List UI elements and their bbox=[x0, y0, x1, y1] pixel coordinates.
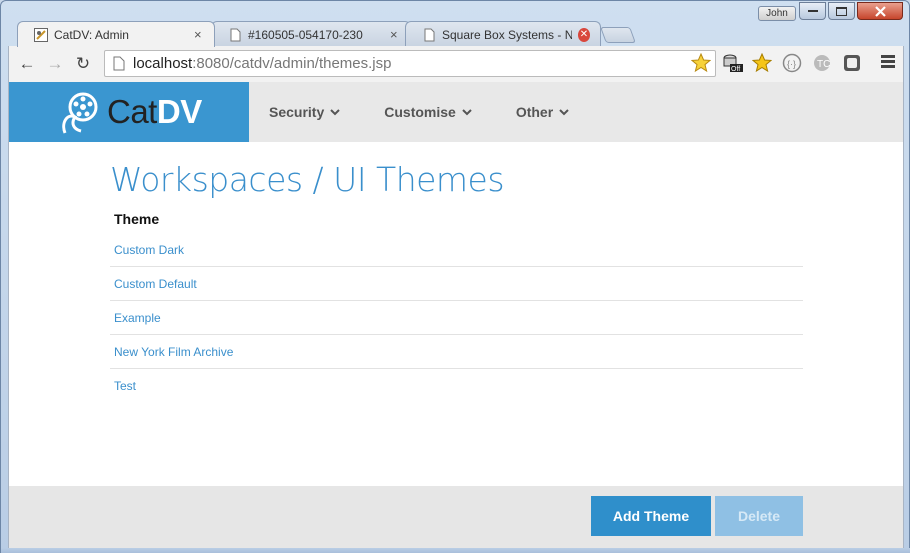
tab-close-icon[interactable]: ✕ bbox=[577, 27, 590, 42]
theme-row-example[interactable]: Example bbox=[110, 301, 803, 335]
tab-title: #160505-054170-230 bbox=[248, 27, 363, 42]
theme-row-custom-dark[interactable]: Custom Dark bbox=[110, 233, 803, 267]
svg-text:{·}: {·} bbox=[787, 59, 796, 69]
back-button[interactable]: ← bbox=[13, 50, 41, 78]
browser-menu-icon[interactable] bbox=[881, 55, 895, 70]
tab-close-icon[interactable]: × bbox=[192, 27, 204, 42]
tab-title: CatDV: Admin bbox=[54, 27, 129, 42]
nav-item-security[interactable]: Security bbox=[269, 104, 340, 120]
url-path: :8080/catdv/admin/themes.jsp bbox=[192, 55, 392, 72]
nav-item-label: Security bbox=[269, 104, 325, 120]
window-controls bbox=[799, 2, 903, 20]
delete-button[interactable]: Delete bbox=[715, 496, 803, 536]
tab-close-icon[interactable]: × bbox=[388, 27, 400, 42]
nav-item-label: Other bbox=[515, 104, 554, 120]
nav-item-customise[interactable]: Customise bbox=[384, 104, 472, 120]
page-icon bbox=[424, 28, 435, 41]
page-title: Workspaces / UI Themes bbox=[110, 160, 505, 199]
theme-row-test[interactable]: Test bbox=[110, 369, 803, 403]
theme-column-header: Theme bbox=[114, 211, 160, 227]
user-badge[interactable]: John bbox=[758, 6, 796, 21]
minimize-button[interactable] bbox=[799, 2, 826, 20]
star-extension-icon[interactable] bbox=[751, 52, 773, 74]
close-window-button[interactable] bbox=[857, 2, 903, 20]
new-tab-button[interactable] bbox=[600, 27, 636, 43]
nav-menu: Security Customise Other bbox=[249, 82, 613, 142]
tab-ticket[interactable]: #160505-054170-230 × bbox=[211, 21, 411, 47]
reload-button[interactable]: ↻ bbox=[69, 50, 97, 78]
tab-square-box[interactable]: Square Box Systems - New ✕ bbox=[405, 21, 601, 47]
address-bar[interactable]: localhost:8080/catdv/admin/themes.jsp bbox=[104, 50, 716, 77]
svg-text:TC: TC bbox=[817, 59, 830, 70]
browser-window: John CatDV: Admin × #160505-054170-230 ×… bbox=[0, 0, 910, 553]
page-icon bbox=[230, 28, 241, 41]
theme-row-custom-default[interactable]: Custom Default bbox=[110, 267, 803, 301]
theme-list: Custom Dark Custom Default Example New Y… bbox=[110, 233, 803, 403]
bookmark-star-icon[interactable] bbox=[691, 53, 711, 73]
tab-strip: CatDV: Admin × #160505-054170-230 × Squa… bbox=[11, 21, 711, 47]
chevron-down-icon bbox=[462, 108, 472, 115]
tab-title: Square Box Systems - New bbox=[442, 27, 572, 42]
cookie-off-extension-icon[interactable]: Off bbox=[721, 52, 743, 74]
window-bottom-border bbox=[1, 548, 910, 553]
chevron-down-icon bbox=[559, 108, 569, 115]
add-theme-button[interactable]: Add Theme bbox=[591, 496, 711, 536]
url-host: localhost bbox=[133, 55, 193, 72]
main-content: Workspaces / UI Themes Theme Custom Dark… bbox=[9, 142, 903, 403]
theme-row-new-york-film-archive[interactable]: New York Film Archive bbox=[110, 335, 803, 369]
action-footer: Add Theme Delete bbox=[9, 486, 903, 548]
nav-item-label: Customise bbox=[384, 104, 456, 120]
square-extension-icon[interactable] bbox=[841, 52, 863, 74]
catdv-logo[interactable]: CatDV bbox=[9, 82, 249, 142]
app-navbar: CatDV Security Customise Other bbox=[9, 82, 903, 142]
maximize-button[interactable] bbox=[828, 2, 855, 20]
forward-button[interactable]: → bbox=[41, 50, 69, 78]
brand-name: CatDV bbox=[107, 93, 202, 131]
chevron-down-icon bbox=[330, 108, 340, 115]
extension-icons: Off {·} TC bbox=[721, 52, 863, 74]
brand-plain: Cat bbox=[107, 93, 157, 130]
catdv-favicon-icon bbox=[34, 27, 48, 42]
film-reel-logo-icon bbox=[62, 92, 98, 134]
nav-item-other[interactable]: Other bbox=[516, 104, 569, 120]
brand-bold: DV bbox=[156, 93, 202, 130]
svg-text:Off: Off bbox=[731, 66, 740, 73]
tab-catdv-admin[interactable]: CatDV: Admin × bbox=[17, 21, 215, 47]
browser-toolbar: ← → ↻ localhost:8080/catdv/admin/themes.… bbox=[8, 46, 904, 82]
page-viewport: CatDV Security Customise Other Workspace… bbox=[8, 82, 904, 548]
cloud-extension-icon[interactable]: TC bbox=[811, 52, 833, 74]
page-icon bbox=[113, 56, 125, 71]
code-extension-icon[interactable]: {·} bbox=[781, 52, 803, 74]
